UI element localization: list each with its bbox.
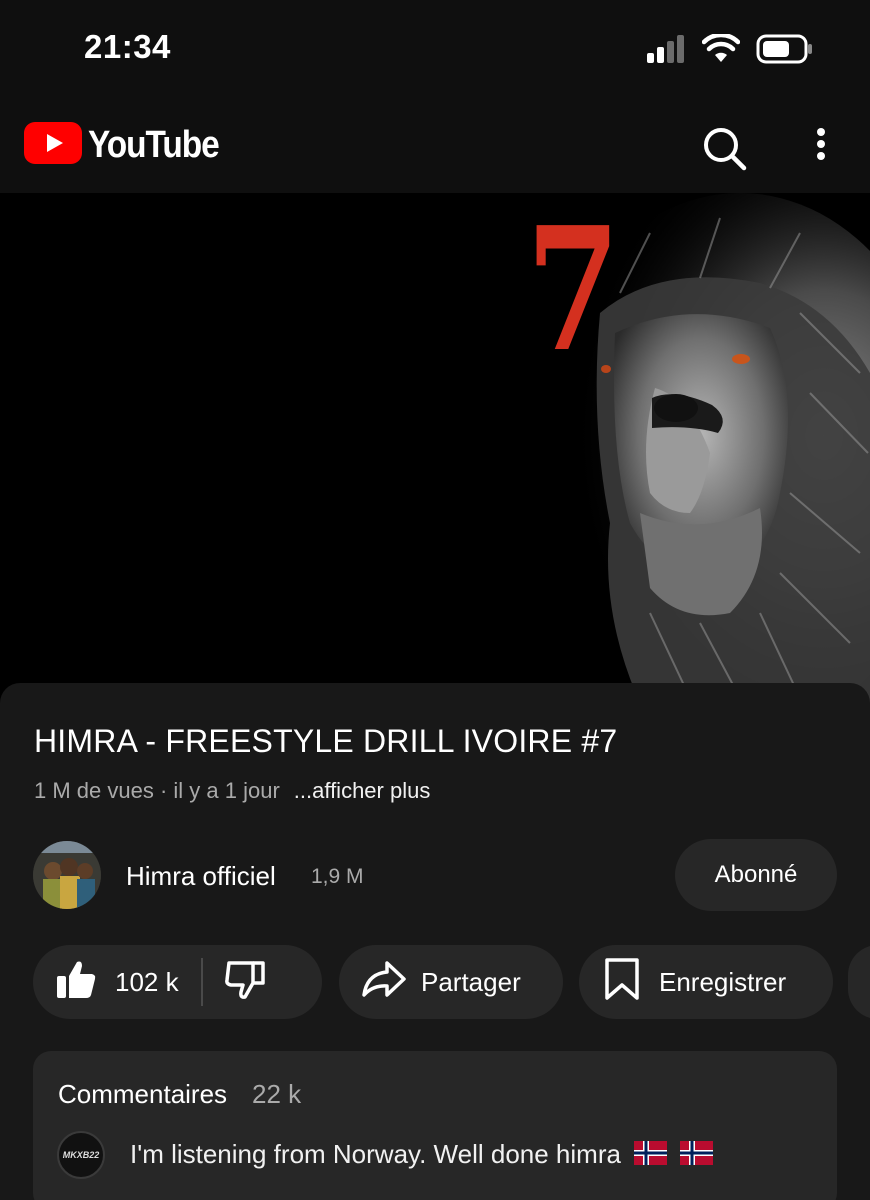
- video-info-panel: HIMRA - FREESTYLE DRILL IVOIRE #7 1 M de…: [0, 683, 870, 1200]
- like-dislike-pill: 102 k: [33, 945, 322, 1019]
- subscribed-button[interactable]: Abonné: [675, 839, 837, 911]
- comment-author-avatar[interactable]: MKXB22: [57, 1131, 105, 1179]
- more-vertical-icon: [804, 128, 838, 176]
- subscriber-count: 1,9 M: [311, 865, 364, 888]
- show-more-link[interactable]: ...afficher plus: [294, 778, 431, 803]
- comment-body: I'm listening from Norway. Well done him…: [130, 1139, 621, 1169]
- view-count-and-date: 1 M de vues · il y a 1 jour: [34, 778, 280, 803]
- search-button[interactable]: [700, 124, 748, 172]
- thumbs-down-icon: [223, 960, 267, 1007]
- share-button[interactable]: Partager: [339, 945, 563, 1019]
- share-icon: [361, 959, 407, 1006]
- youtube-logo-icon: [24, 122, 82, 169]
- action-row: 102 k Partager Enregistrer: [0, 945, 870, 1019]
- app-name: YouTube: [88, 124, 220, 166]
- status-icons: [646, 32, 814, 69]
- status-bar: 21:34: [0, 0, 870, 96]
- like-count: 102 k: [115, 966, 179, 997]
- bookmark-icon: [603, 957, 641, 1008]
- save-button[interactable]: Enregistrer: [579, 945, 833, 1019]
- comments-title: Commentaires: [58, 1079, 228, 1109]
- comment-text: I'm listening from Norway. Well done him…: [130, 1139, 714, 1172]
- comments-count: 22 k: [252, 1079, 302, 1109]
- youtube-logo[interactable]: YouTube: [24, 122, 237, 169]
- thumbs-up-icon: [55, 958, 97, 1007]
- pill-divider: [200, 958, 203, 1006]
- comment-avatar-text: MKXB22: [62, 1150, 100, 1160]
- app-header: YouTube: [0, 96, 870, 194]
- like-button[interactable]: 102 k: [33, 958, 179, 1007]
- video-meta[interactable]: 1 M de vues · il y a 1 jour ...afficher p…: [34, 778, 430, 804]
- more-options-button[interactable]: [804, 124, 838, 172]
- lion-artwork: [530, 193, 870, 703]
- share-label: Partager: [421, 966, 521, 997]
- video-player[interactable]: 7: [0, 193, 870, 703]
- search-icon: [700, 128, 748, 176]
- save-label: Enregistrer: [659, 966, 787, 997]
- norway-flag-icon: [680, 1140, 714, 1172]
- comments-section[interactable]: Commentaires 22 k MKXB22 I'm listening f…: [33, 1051, 837, 1200]
- dislike-button[interactable]: [223, 957, 267, 1008]
- status-time: 21:34: [84, 28, 171, 65]
- wifi-icon: [701, 32, 741, 69]
- battery-icon: [756, 34, 814, 69]
- norway-flag-icon: [634, 1140, 668, 1172]
- more-actions-button[interactable]: [848, 945, 870, 1019]
- channel-name[interactable]: Himra officiel: [126, 861, 276, 892]
- channel-avatar[interactable]: [33, 841, 101, 909]
- video-title[interactable]: HIMRA - FREESTYLE DRILL IVOIRE #7: [34, 723, 617, 760]
- signal-icon: [646, 35, 686, 68]
